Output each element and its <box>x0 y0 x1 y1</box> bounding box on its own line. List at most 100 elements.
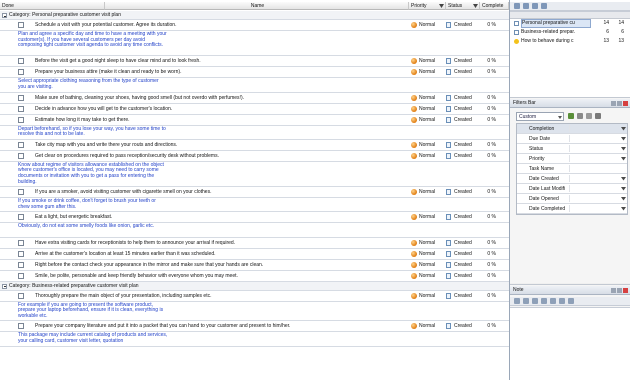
done-checkbox[interactable] <box>18 189 24 196</box>
status-cell[interactable]: Created <box>446 250 478 258</box>
pin-icon[interactable] <box>611 101 616 106</box>
complete-cell[interactable]: 0 % <box>480 116 507 124</box>
done-checkbox[interactable] <box>18 152 24 159</box>
category-row[interactable]: Category: Personal preparative customer … <box>0 11 509 20</box>
task-row[interactable]: If you are a smoker, avoid visiting cust… <box>0 187 509 199</box>
filter-options-icon[interactable] <box>577 113 583 119</box>
done-checkbox[interactable] <box>18 22 24 28</box>
note-list-icon[interactable] <box>568 298 574 304</box>
complete-cell[interactable]: 0 % <box>480 292 507 300</box>
todo-list-item[interactable]: Business-related prepar. 6 6 <box>510 28 630 37</box>
filter-field-row[interactable]: Date Opened <box>517 194 627 204</box>
filter-field-row[interactable]: Date Created <box>517 174 627 184</box>
note-restore-icon[interactable] <box>617 288 622 293</box>
filter-field-value[interactable] <box>569 195 622 202</box>
complete-cell[interactable]: 0 % <box>480 250 507 258</box>
done-checkbox[interactable] <box>18 292 24 299</box>
note-editor[interactable] <box>510 307 630 382</box>
todo-list-item[interactable]: How to behave during c 13 13 <box>510 37 630 46</box>
filter-field-row[interactable]: Priority <box>517 154 627 164</box>
new-list-icon[interactable] <box>514 3 520 9</box>
filter-field-row[interactable]: Completion <box>517 124 627 134</box>
filter-field-value[interactable] <box>569 125 622 132</box>
restore-icon[interactable] <box>617 101 622 106</box>
priority-cell[interactable]: Normal <box>411 68 445 76</box>
complete-cell[interactable]: 0 % <box>480 261 507 269</box>
complete-cell[interactable]: 0 % <box>480 239 507 247</box>
task-row[interactable]: Smile, be polite, personable and keep fr… <box>0 271 509 282</box>
note-bold-icon[interactable] <box>541 298 547 304</box>
priority-cell[interactable]: Normal <box>411 105 445 113</box>
status-cell[interactable]: Created <box>446 105 478 113</box>
filter-field-value[interactable] <box>569 145 622 152</box>
done-checkbox[interactable] <box>18 323 24 330</box>
task-note-row[interactable]: If you smoke or drink coffee, don't forg… <box>0 198 509 213</box>
task-row[interactable]: Prepare your business attire (make it cl… <box>0 67 509 79</box>
category-row[interactable]: Category: Business-related preparative c… <box>0 281 509 291</box>
task-note-row[interactable]: This package may include current catalog… <box>0 332 509 347</box>
task-row[interactable]: Schedule a visit with your potential cus… <box>0 20 509 31</box>
filter-field-row[interactable]: Status <box>517 144 627 154</box>
filter-field-value[interactable] <box>569 135 622 142</box>
task-row[interactable]: Prepare your company literature and put … <box>0 321 509 333</box>
task-row[interactable]: Before the visit get a good night sleep … <box>0 56 509 68</box>
done-checkbox[interactable] <box>18 116 24 123</box>
complete-cell[interactable]: 0 % <box>480 94 507 102</box>
status-cell[interactable]: Created <box>446 152 478 160</box>
task-note-row[interactable]: Depart beforehand, so if you lose your w… <box>0 126 509 140</box>
task-note-row[interactable]: For example if you are going to present … <box>0 302 509 322</box>
priority-cell[interactable]: Normal <box>411 188 445 196</box>
note-cut-icon[interactable] <box>514 298 520 304</box>
priority-cell[interactable]: Normal <box>411 261 445 269</box>
done-checkbox[interactable] <box>18 94 24 101</box>
status-cell[interactable]: Created <box>446 188 478 196</box>
complete-cell[interactable]: 0 % <box>480 188 507 196</box>
close-icon[interactable] <box>623 101 628 106</box>
complete-cell[interactable]: 0 % <box>480 152 507 160</box>
task-note-row[interactable]: Obviously, do not eat some smelly foods … <box>0 223 509 238</box>
task-note-row[interactable]: Select appropriate clothing reasoning fr… <box>0 78 509 93</box>
collapse-icon[interactable] <box>2 13 7 18</box>
column-header-complete[interactable]: Complete <box>480 2 509 10</box>
save-list-icon[interactable] <box>532 3 538 9</box>
status-cell[interactable]: Created <box>446 261 478 269</box>
priority-cell[interactable]: Normal <box>411 322 445 330</box>
status-cell[interactable]: Created <box>446 116 478 124</box>
filter-field-value[interactable] <box>569 175 622 182</box>
status-cell[interactable]: Created <box>446 21 478 29</box>
done-checkbox[interactable] <box>18 105 24 112</box>
filter-field-row[interactable]: Task Name <box>517 164 627 174</box>
priority-cell[interactable]: Normal <box>411 152 445 160</box>
done-checkbox[interactable] <box>18 214 24 221</box>
task-row[interactable]: Arrive at the customer's location at lea… <box>0 249 509 260</box>
column-header-name[interactable]: Name <box>105 2 409 10</box>
complete-cell[interactable]: 0 % <box>480 322 507 330</box>
clear-filter-icon[interactable] <box>586 113 592 119</box>
done-checkbox[interactable] <box>18 261 24 268</box>
list-options-icon[interactable] <box>541 3 547 9</box>
filter-field-row[interactable]: Due Date <box>517 134 627 144</box>
filter-menu-icon[interactable] <box>595 113 601 119</box>
filter-field-value[interactable] <box>569 165 622 172</box>
complete-cell[interactable]: 0 % <box>480 141 507 149</box>
filter-field-value[interactable] <box>569 155 622 162</box>
filter-preset-select[interactable]: Custom <box>516 112 564 121</box>
priority-cell[interactable]: Normal <box>411 213 445 221</box>
priority-cell[interactable]: Normal <box>411 21 445 29</box>
open-list-icon[interactable] <box>523 3 529 9</box>
task-note-row[interactable]: Plan and agree a specific day and time t… <box>0 31 509 57</box>
column-header-status[interactable]: Status <box>446 2 480 10</box>
task-row[interactable]: Eat a light, but energetic breakfast. Nor… <box>0 212 509 224</box>
status-cell[interactable]: Created <box>446 57 478 65</box>
task-row[interactable]: Right before the contact check your appe… <box>0 260 509 271</box>
complete-cell[interactable]: 0 % <box>480 105 507 113</box>
complete-cell[interactable]: 0 % <box>480 272 507 280</box>
priority-cell[interactable]: Normal <box>411 250 445 258</box>
task-row[interactable]: Have extra visiting cards for receptioni… <box>0 238 509 249</box>
priority-cell[interactable]: Normal <box>411 116 445 124</box>
task-note-row[interactable]: Know about regime of visitors allowance … <box>0 162 509 188</box>
status-cell[interactable]: Created <box>446 213 478 221</box>
priority-cell[interactable]: Normal <box>411 141 445 149</box>
todo-list-item[interactable]: Personal preparative cu 14 14 <box>510 19 630 28</box>
complete-cell[interactable]: 0 % <box>480 57 507 65</box>
